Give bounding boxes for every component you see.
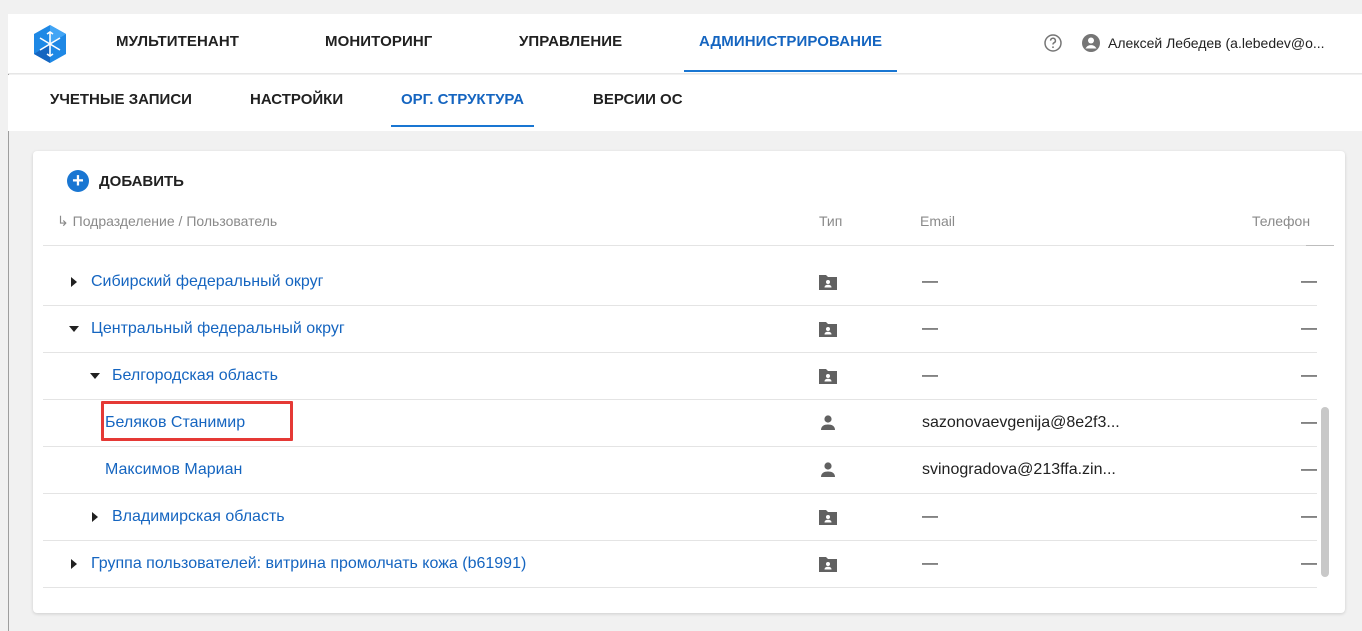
tree-node[interactable]: Белгородская область [88,353,278,399]
email-cell: sazonovaevgenija@8e2f3... [922,414,1120,431]
top-nav-bar: МУЛЬТИТЕНАНТ МОНИТОРИНГ УПРАВЛЕНИЕ АДМИН… [8,14,1362,74]
column-header-email[interactable]: Email [920,213,955,229]
phone-cell: — [1301,461,1317,478]
tree-node[interactable]: Максимов Мариан [105,447,242,493]
tree-node-label[interactable]: Владимирская область [112,494,285,540]
caret-right-icon[interactable] [67,557,81,571]
caret-down-icon[interactable] [67,322,81,336]
tab-settings[interactable]: НАСТРОЙКИ [248,75,345,127]
phone-cell: — [1301,367,1317,384]
org-structure-card: + ДОБАВИТЬ ↳ Подразделение / Пользовател… [33,151,1345,613]
column-header-name[interactable]: ↳ Подразделение / Пользователь [57,213,277,230]
email-cell: — [922,367,938,384]
email-cell: svinogradova@213ffa.zin... [922,461,1116,478]
phone-cell: — [1301,508,1317,525]
tab-accounts[interactable]: УЧЕТНЫЕ ЗАПИСИ [48,75,194,127]
email-cell: — [922,508,938,525]
person-icon [821,415,835,430]
phone-cell: — [1301,273,1317,290]
phone-cell: — [1301,555,1317,572]
tab-org-structure[interactable]: ОРГ. СТРУКТУРА [391,75,534,127]
phone-cell: — [1301,414,1317,431]
tree-node-label[interactable]: Сибирский федеральный округ [91,259,323,305]
tree-node[interactable]: Группа пользователей: витрина промолчать… [67,541,526,587]
table-row[interactable]: Белгородская область — — [43,353,1317,400]
table-row[interactable]: Сибирский федеральный округ — — [43,259,1317,306]
tab-administration[interactable]: АДМИНИСТРИРОВАНИЕ [684,14,898,74]
email-cell: — [922,555,938,572]
tab-management[interactable]: УПРАВЛЕНИЕ [505,14,636,74]
table-row[interactable]: Максимов Мариан svinogradova@213ffa.zin..… [43,447,1317,494]
folder-user-icon [819,510,837,525]
folder-user-icon [819,369,837,384]
header-divider-accent [1306,245,1334,246]
plus-icon: + [67,170,89,192]
column-header-phone[interactable]: Телефон [1252,213,1310,229]
user-name[interactable]: Алексей Лебедев (a.lebedev@o... [1108,35,1362,51]
column-header-type[interactable]: Тип [819,213,842,229]
tree-node[interactable]: Центральный федеральный округ [67,306,345,352]
folder-user-icon [819,557,837,572]
tab-monitoring[interactable]: МОНИТОРИНГ [311,14,446,74]
email-cell: — [922,320,938,337]
phone-cell: — [1301,320,1317,337]
tree-node[interactable]: Сибирский федеральный округ [67,259,323,305]
header-divider [43,245,1333,246]
tree-node-label[interactable]: Центральный федеральный округ [91,306,345,352]
tree-node-label[interactable]: Группа пользователей: витрина промолчать… [91,541,526,587]
tree-node-label[interactable]: Максимов Мариан [105,447,242,493]
selection-highlight-box [101,401,293,441]
caret-down-icon[interactable] [88,369,102,383]
account-icon[interactable] [1081,33,1101,53]
tree-node[interactable]: Владимирская область [88,494,285,540]
add-button[interactable]: + ДОБАВИТЬ [67,169,184,193]
column-header-name-label: Подразделение / Пользователь [72,213,278,229]
app-logo-icon[interactable] [32,24,68,64]
tree-node-label[interactable]: Белгородская область [112,353,278,399]
tab-os-versions[interactable]: ВЕРСИИ ОС [591,75,685,127]
subdirectory-arrow-icon: ↳ [57,213,69,229]
caret-right-icon[interactable] [88,510,102,524]
add-button-label: ДОБАВИТЬ [99,172,184,190]
folder-user-icon [819,322,837,337]
folder-user-icon [819,275,837,290]
table-row[interactable]: Владимирская область — — [43,494,1317,541]
table-row[interactable]: Центральный федеральный округ — — [43,306,1317,353]
person-icon [821,462,835,477]
email-cell: — [922,273,938,290]
caret-right-icon[interactable] [67,275,81,289]
vertical-scrollbar[interactable] [1321,407,1329,577]
tab-multitenant[interactable]: МУЛЬТИТЕНАНТ [102,14,253,74]
help-icon[interactable] [1043,33,1063,53]
table-row[interactable]: Группа пользователей: витрина промолчать… [43,541,1317,588]
sub-nav-bar: УЧЕТНЫЕ ЗАПИСИ НАСТРОЙКИ ОРГ. СТРУКТУРА … [8,75,1362,131]
